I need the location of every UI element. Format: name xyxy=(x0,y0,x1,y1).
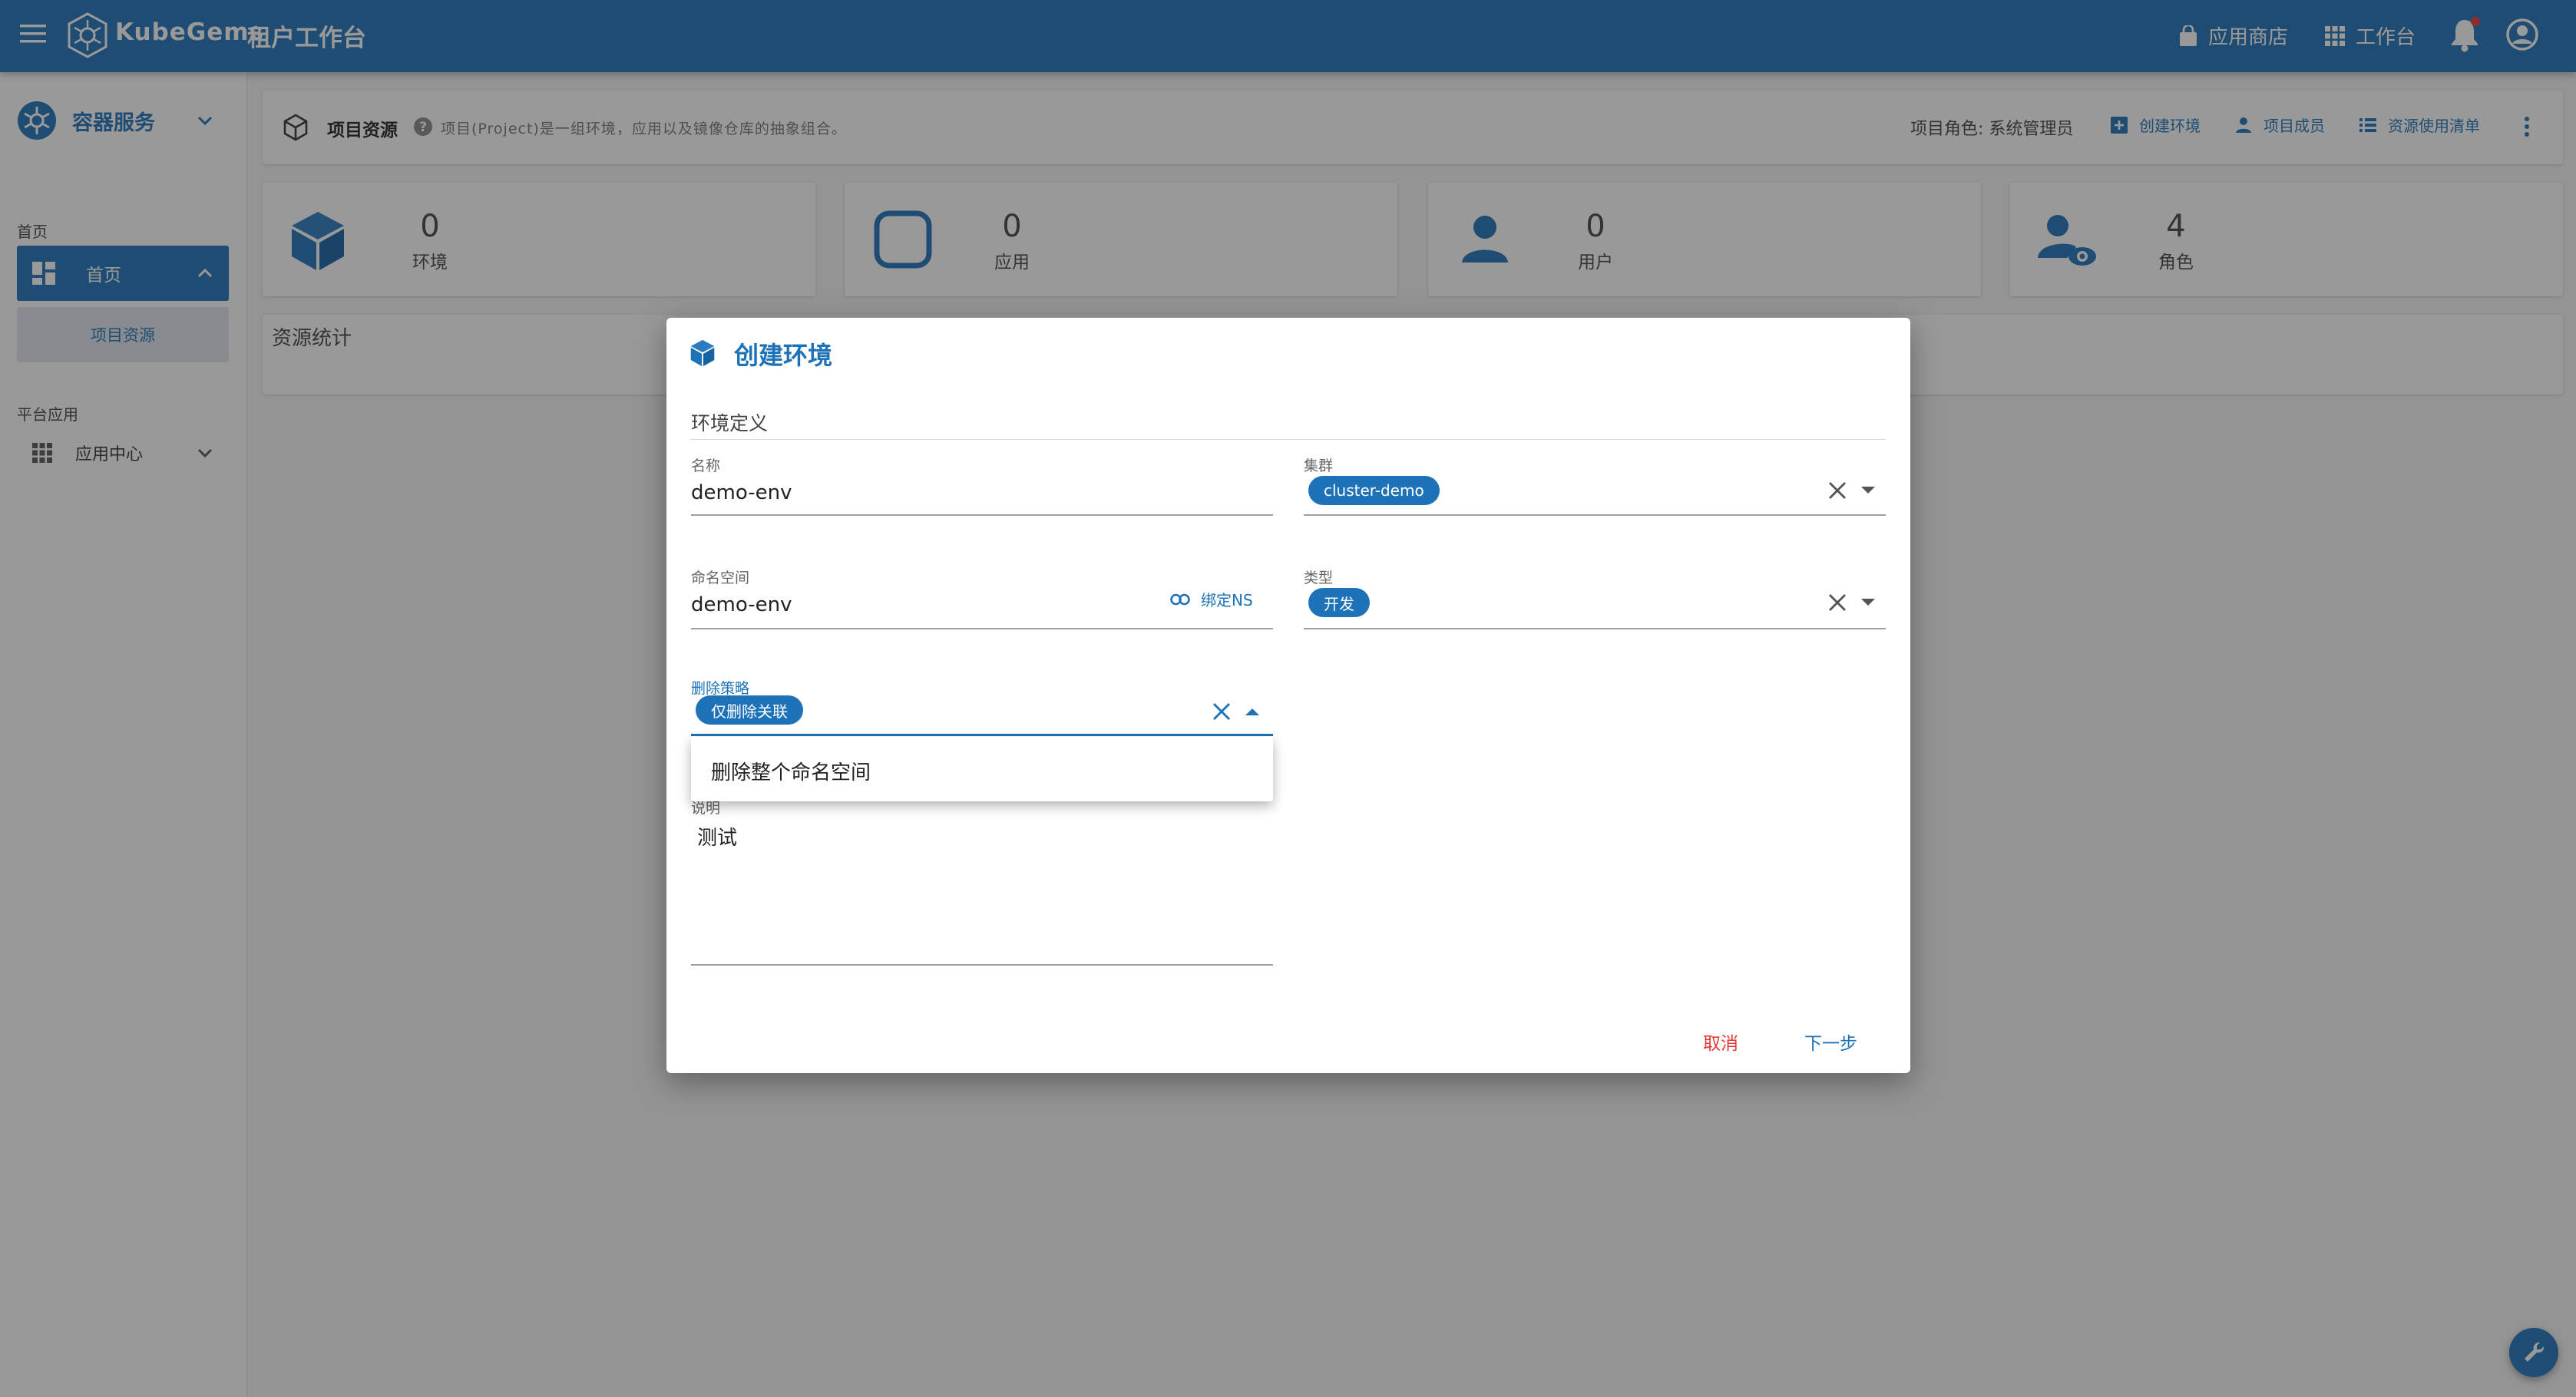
type-chip: 开发 xyxy=(1308,588,1370,617)
cluster-underline xyxy=(1304,514,1886,516)
namespace-field[interactable]: 命名空间 demo-env 绑定NS xyxy=(691,566,1273,632)
delete-policy-chip: 仅删除关联 xyxy=(696,695,803,725)
name-underline xyxy=(691,514,1273,516)
name-label: 名称 xyxy=(691,457,721,474)
type-underline xyxy=(1304,628,1886,629)
name-input[interactable]: demo-env xyxy=(691,481,1273,504)
clear-icon[interactable] xyxy=(1827,481,1847,500)
next-button[interactable]: 下一步 xyxy=(1804,1029,1857,1055)
type-label: 类型 xyxy=(1304,570,1334,586)
cube-icon xyxy=(689,339,716,367)
cluster-select[interactable]: 集群 cluster-demo xyxy=(1304,454,1886,519)
cluster-chip: cluster-demo xyxy=(1308,476,1440,505)
clear-icon[interactable] xyxy=(1212,702,1232,722)
cluster-label: 集群 xyxy=(1304,457,1334,474)
dropdown-arrow-icon[interactable] xyxy=(1861,487,1875,494)
cancel-button[interactable]: 取消 xyxy=(1703,1029,1738,1055)
dropdown-arrow-up-icon[interactable] xyxy=(1245,708,1259,715)
dialog-title: 创建环境 xyxy=(734,341,833,370)
delete-policy-select[interactable]: 删除策略 仅删除关联 xyxy=(691,677,1273,743)
namespace-label: 命名空间 xyxy=(691,570,750,586)
clear-icon[interactable] xyxy=(1827,593,1847,613)
section-title: 环境定义 xyxy=(691,412,769,434)
description-underline xyxy=(691,964,1273,966)
description-textarea[interactable]: 测试 xyxy=(691,822,1273,850)
section-divider xyxy=(691,439,1886,440)
dropdown-arrow-icon[interactable] xyxy=(1861,599,1875,606)
delete-policy-menu: 删除整个命名空间 xyxy=(691,737,1273,801)
name-field[interactable]: 名称 demo-env xyxy=(691,454,1273,519)
menu-item-delete-namespace[interactable]: 删除整个命名空间 xyxy=(711,757,871,785)
delete-policy-label: 删除策略 xyxy=(691,680,750,697)
description-field[interactable]: 说明 测试 xyxy=(691,797,1273,967)
namespace-underline xyxy=(691,628,1273,629)
bind-ns-button[interactable]: 绑定NS xyxy=(1170,588,1253,610)
bind-ns-label: 绑定NS xyxy=(1201,591,1253,609)
create-env-dialog: 创建环境 环境定义 名称 demo-env 集群 cluster-demo 命名… xyxy=(666,318,1910,1073)
type-select[interactable]: 类型 开发 xyxy=(1304,566,1886,632)
link-icon xyxy=(1170,593,1190,606)
delete-policy-underline xyxy=(691,734,1273,736)
